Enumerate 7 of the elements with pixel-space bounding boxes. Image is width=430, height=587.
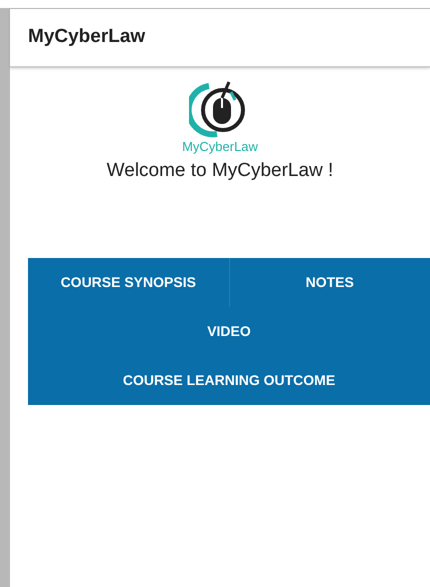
menu-button[interactable]: VIDEO [28, 306, 430, 356]
menu-button[interactable]: NOTES [228, 258, 430, 306]
menu-button[interactable]: COURSE LEARNING OUTCOME [28, 356, 430, 404]
menu-button[interactable]: COURSE SYNOPSIS [28, 258, 228, 306]
app-title: MyCyberLaw [28, 25, 146, 50]
welcome-text: Welcome to MyCyberLaw ! [106, 159, 334, 183]
logo-text: MyCyberLaw [182, 140, 258, 153]
